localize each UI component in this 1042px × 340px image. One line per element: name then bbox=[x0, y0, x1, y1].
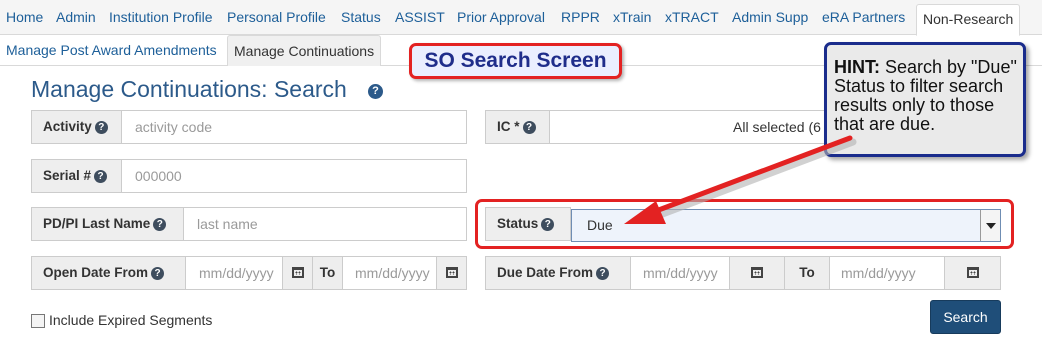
arrow-icon bbox=[624, 135, 857, 224]
